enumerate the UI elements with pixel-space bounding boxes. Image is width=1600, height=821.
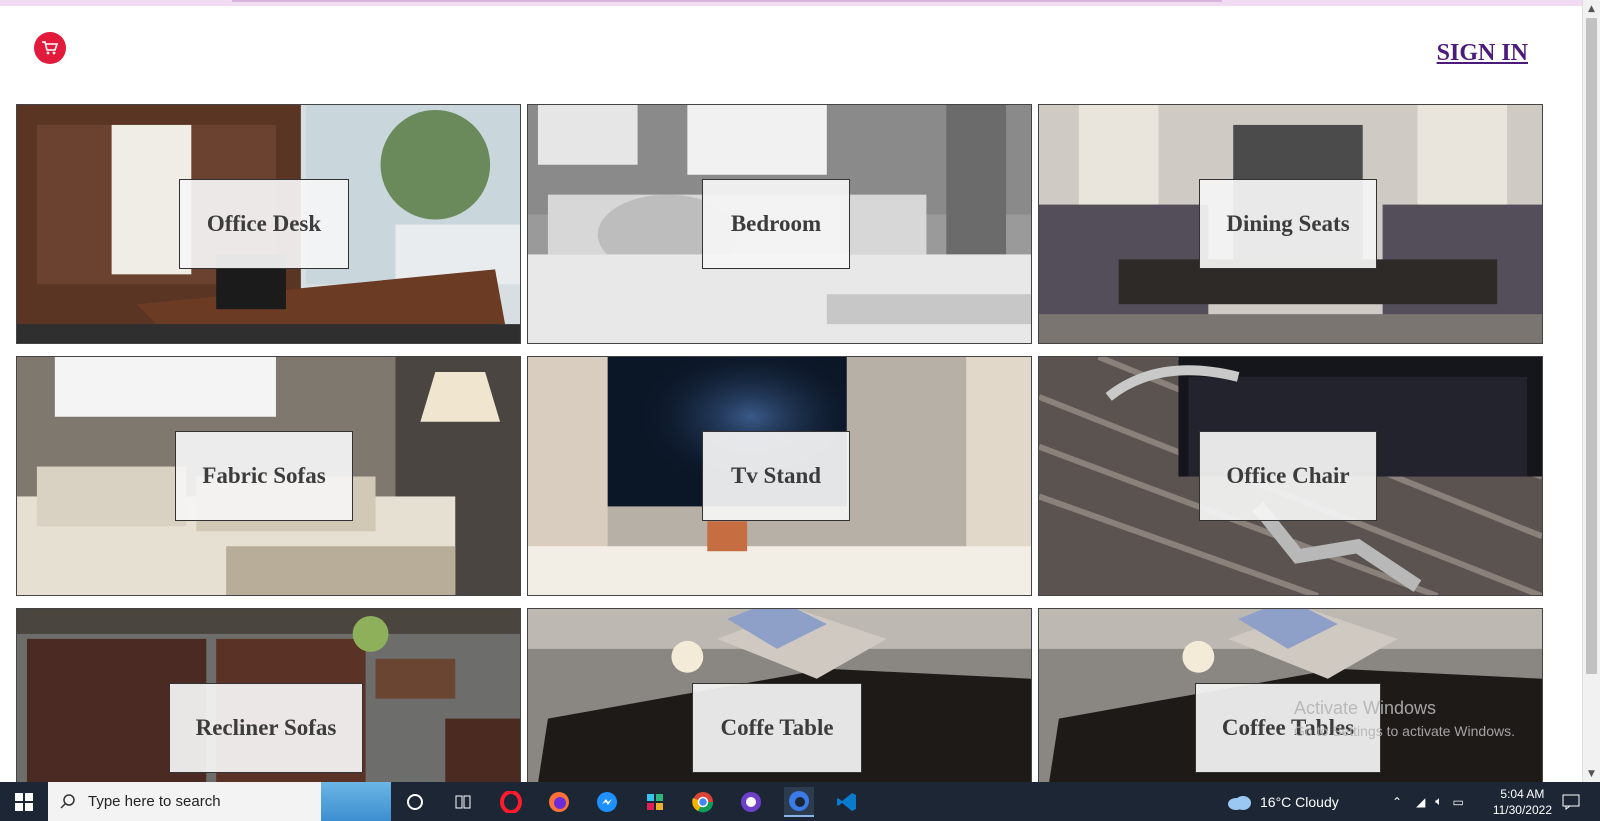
scroll-down-arrow-icon[interactable]: ▼: [1583, 765, 1600, 782]
messenger-icon[interactable]: [592, 787, 622, 817]
slack-icon[interactable]: [640, 787, 670, 817]
category-label: Coffe Table: [692, 683, 862, 773]
clock-date: 11/30/2022: [1492, 803, 1552, 817]
category-tile-coffe-table[interactable]: Coffe Table: [527, 608, 1032, 782]
vscode-icon[interactable]: [832, 787, 862, 817]
clock-time: 5:04 AM: [1500, 787, 1545, 801]
category-tile-office-chair[interactable]: Office Chair: [1038, 356, 1543, 596]
category-label: Office Desk: [179, 179, 349, 269]
category-tile-recliner-sofas[interactable]: Recliner Sofas: [16, 608, 521, 782]
chrome-icon[interactable]: [688, 787, 718, 817]
top-accent-bar: [0, 0, 1583, 6]
category-label: Tv Stand: [702, 431, 850, 521]
network-icon[interactable]: ◢: [1416, 795, 1425, 809]
volume-icon[interactable]: 🔈︎: [1435, 794, 1442, 809]
sign-in-link[interactable]: SIGN IN: [1437, 40, 1528, 67]
search-placeholder: Type here to search: [88, 793, 221, 810]
search-icon: [60, 794, 75, 809]
cortana-icon[interactable]: [400, 787, 430, 817]
tray-icons: ⌃ ◢ 🔈︎ ▭: [1392, 782, 1464, 821]
opera-icon[interactable]: [496, 787, 526, 817]
category-label: Bedroom: [702, 179, 850, 269]
category-label: Office Chair: [1199, 431, 1377, 521]
vertical-scrollbar[interactable]: ▲ ▼: [1582, 0, 1600, 782]
weather-widget[interactable]: 16°C Cloudy: [1226, 782, 1339, 821]
weather-text: 16°C Cloudy: [1260, 793, 1339, 810]
category-label: Recliner Sofas: [169, 683, 363, 773]
github-icon[interactable]: [736, 787, 766, 817]
activate-windows-watermark: Activate Windows Go to Settings to activ…: [1294, 698, 1515, 739]
start-button[interactable]: [0, 782, 48, 821]
notifications-icon[interactable]: [1562, 782, 1580, 821]
category-tile-tv-stand[interactable]: Tv Stand: [527, 356, 1032, 596]
battery-icon[interactable]: ▭: [1453, 795, 1464, 809]
scroll-up-arrow-icon[interactable]: ▲: [1583, 0, 1600, 17]
category-grid: Office Desk Bedroom Dining Seats Fabric …: [16, 104, 1569, 782]
firefox-dev-icon[interactable]: [784, 787, 814, 817]
system-clock[interactable]: 5:04 AM 11/30/2022: [1493, 786, 1552, 818]
category-label: Fabric Sofas: [175, 431, 353, 521]
task-view-icon[interactable]: [448, 787, 478, 817]
category-label: Dining Seats: [1199, 179, 1377, 269]
cloud-icon: [1228, 795, 1251, 810]
category-tile-coffee-tables[interactable]: Coffee Tables: [1038, 608, 1543, 782]
category-tile-fabric-sofas[interactable]: Fabric Sofas: [16, 356, 521, 596]
taskbar-search-box[interactable]: Type here to search: [48, 782, 391, 821]
search-highlight-illustration: [321, 782, 391, 821]
chevron-up-icon[interactable]: ⌃: [1392, 795, 1402, 809]
firefox-icon[interactable]: [544, 787, 574, 817]
watermark-subtitle: Go to Settings to activate Windows.: [1294, 723, 1515, 739]
windows-taskbar: Type here to search 16°C Cloudy ⌃ ◢ �: [0, 782, 1600, 821]
cart-button[interactable]: [34, 32, 66, 64]
scrollbar-thumb[interactable]: [1586, 18, 1597, 674]
category-tile-bedroom[interactable]: Bedroom: [527, 104, 1032, 344]
category-tile-office-desk[interactable]: Office Desk: [16, 104, 521, 344]
watermark-title: Activate Windows: [1294, 698, 1437, 718]
shopping-cart-icon: [42, 41, 59, 55]
category-tile-dining-seats[interactable]: Dining Seats: [1038, 104, 1543, 344]
windows-logo-icon: [15, 792, 33, 811]
